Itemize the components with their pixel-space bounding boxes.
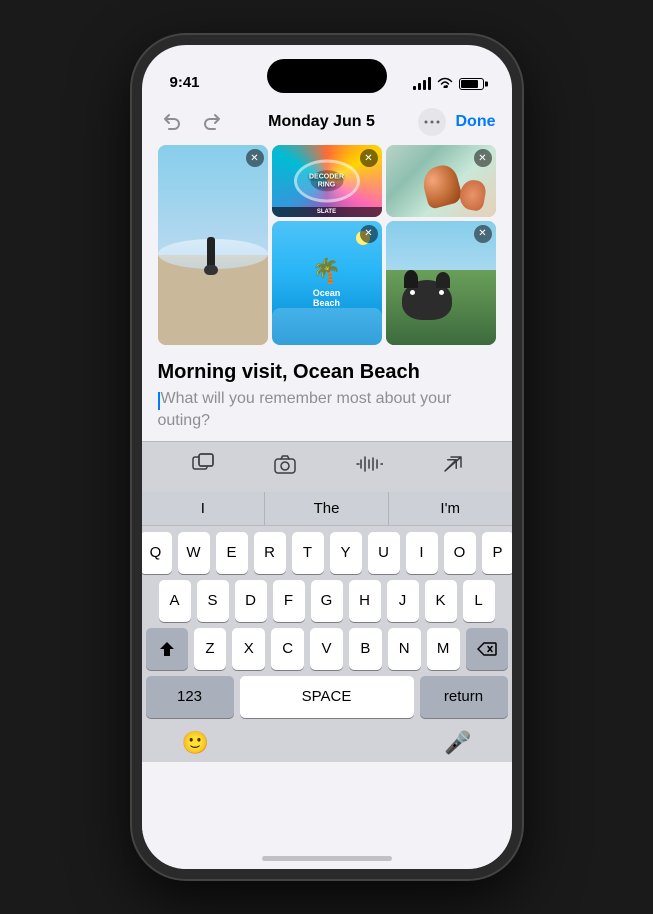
key-z[interactable]: Z [194, 628, 227, 670]
shell-photo-item[interactable]: ✕ [386, 145, 496, 217]
key-d[interactable]: D [235, 580, 267, 622]
waveform-button[interactable] [355, 453, 383, 481]
predictive-item-the[interactable]: The [265, 492, 389, 525]
return-key[interactable]: return [420, 676, 508, 718]
toolbar-actions: Done [418, 108, 496, 136]
keyboard-toolbar [142, 441, 512, 492]
dynamic-island [267, 59, 387, 93]
key-w[interactable]: W [178, 532, 210, 574]
keyboard-row-3: Z X C V B N M [146, 628, 508, 670]
key-v[interactable]: V [310, 628, 343, 670]
key-t[interactable]: T [292, 532, 324, 574]
numbers-key[interactable]: 123 [146, 676, 234, 718]
note-content-area[interactable]: Morning visit, Ocean Beach What will you… [142, 357, 512, 441]
keyboard: Q W E R T Y U I O P A S D F G H J K [142, 526, 512, 722]
phone-frame: 9:41 [132, 35, 522, 879]
remove-podcast-button[interactable]: ✕ [360, 149, 378, 167]
emoji-button[interactable]: 🙂 [182, 730, 209, 756]
key-i[interactable]: I [406, 532, 438, 574]
photo-library-button[interactable] [191, 452, 215, 482]
key-e[interactable]: E [216, 532, 248, 574]
beach-photo-item[interactable]: ✕ [158, 145, 268, 345]
undo-button[interactable] [158, 107, 188, 137]
more-options-button[interactable] [418, 108, 446, 136]
key-m[interactable]: M [427, 628, 460, 670]
key-r[interactable]: R [254, 532, 286, 574]
keyboard-bottom-row: 123 space return [146, 676, 508, 718]
key-l[interactable]: L [463, 580, 495, 622]
podcast-label: SLATE [272, 207, 382, 217]
key-s[interactable]: S [197, 580, 229, 622]
camera-button[interactable] [273, 453, 297, 481]
space-key[interactable]: space [240, 676, 414, 718]
backspace-key[interactable] [466, 628, 508, 670]
remove-dog-photo-button[interactable]: ✕ [474, 225, 492, 243]
bottom-bar: 🙂 🎤 [142, 722, 512, 762]
signal-icon [413, 78, 431, 90]
remove-beach-photo-button[interactable]: ✕ [246, 149, 264, 167]
predictive-item-i[interactable]: I [142, 492, 266, 525]
toolbar-date: Monday Jun 5 [226, 113, 418, 131]
status-icons [413, 76, 484, 91]
text-cursor [158, 392, 160, 410]
toolbar: Monday Jun 5 Done [142, 99, 512, 145]
note-title: Morning visit, Ocean Beach [158, 361, 496, 384]
ocean-beach-widget-item[interactable]: 🌴 OceanBeach ✕ [272, 221, 382, 345]
toolbar-navigation [158, 107, 226, 137]
key-q[interactable]: Q [140, 532, 172, 574]
remove-shell-button[interactable]: ✕ [474, 149, 492, 167]
key-p[interactable]: P [482, 532, 514, 574]
redo-button[interactable] [196, 107, 226, 137]
podcast-item[interactable]: DECODERRING SLATE ✕ [272, 145, 382, 217]
key-g[interactable]: G [311, 580, 343, 622]
battery-icon [459, 78, 484, 90]
note-body[interactable]: What will you remember most about your o… [158, 388, 496, 433]
key-j[interactable]: J [387, 580, 419, 622]
keyboard-row-2: A S D F G H J K L [146, 580, 508, 622]
podcast-title: DECODERRING [309, 173, 344, 188]
key-f[interactable]: F [273, 580, 305, 622]
wifi-icon [437, 76, 453, 91]
key-h[interactable]: H [349, 580, 381, 622]
key-c[interactable]: C [271, 628, 304, 670]
microphone-button[interactable]: 🎤 [444, 730, 471, 756]
shift-key[interactable] [146, 628, 188, 670]
done-button[interactable]: Done [456, 113, 496, 131]
dog-photo-item[interactable]: ✕ [386, 221, 496, 345]
key-x[interactable]: X [232, 628, 265, 670]
key-o[interactable]: O [444, 532, 476, 574]
keyboard-row-1: Q W E R T Y U I O P [146, 532, 508, 574]
key-k[interactable]: K [425, 580, 457, 622]
water-decoration [272, 308, 382, 345]
predictive-text-bar: I The I'm [142, 492, 512, 526]
remove-widget-button[interactable]: ✕ [360, 225, 378, 243]
key-y[interactable]: Y [330, 532, 362, 574]
home-indicator [262, 856, 392, 861]
media-grid: ✕ DECODERRING SLATE ✕ [158, 145, 496, 345]
send-button[interactable] [441, 453, 463, 481]
ocean-beach-label: OceanBeach [313, 288, 341, 310]
content-area: Monday Jun 5 Done [142, 99, 512, 869]
key-a[interactable]: A [159, 580, 191, 622]
predictive-item-im[interactable]: I'm [389, 492, 512, 525]
key-b[interactable]: B [349, 628, 382, 670]
key-n[interactable]: N [388, 628, 421, 670]
key-u[interactable]: U [368, 532, 400, 574]
status-time: 9:41 [170, 74, 200, 91]
